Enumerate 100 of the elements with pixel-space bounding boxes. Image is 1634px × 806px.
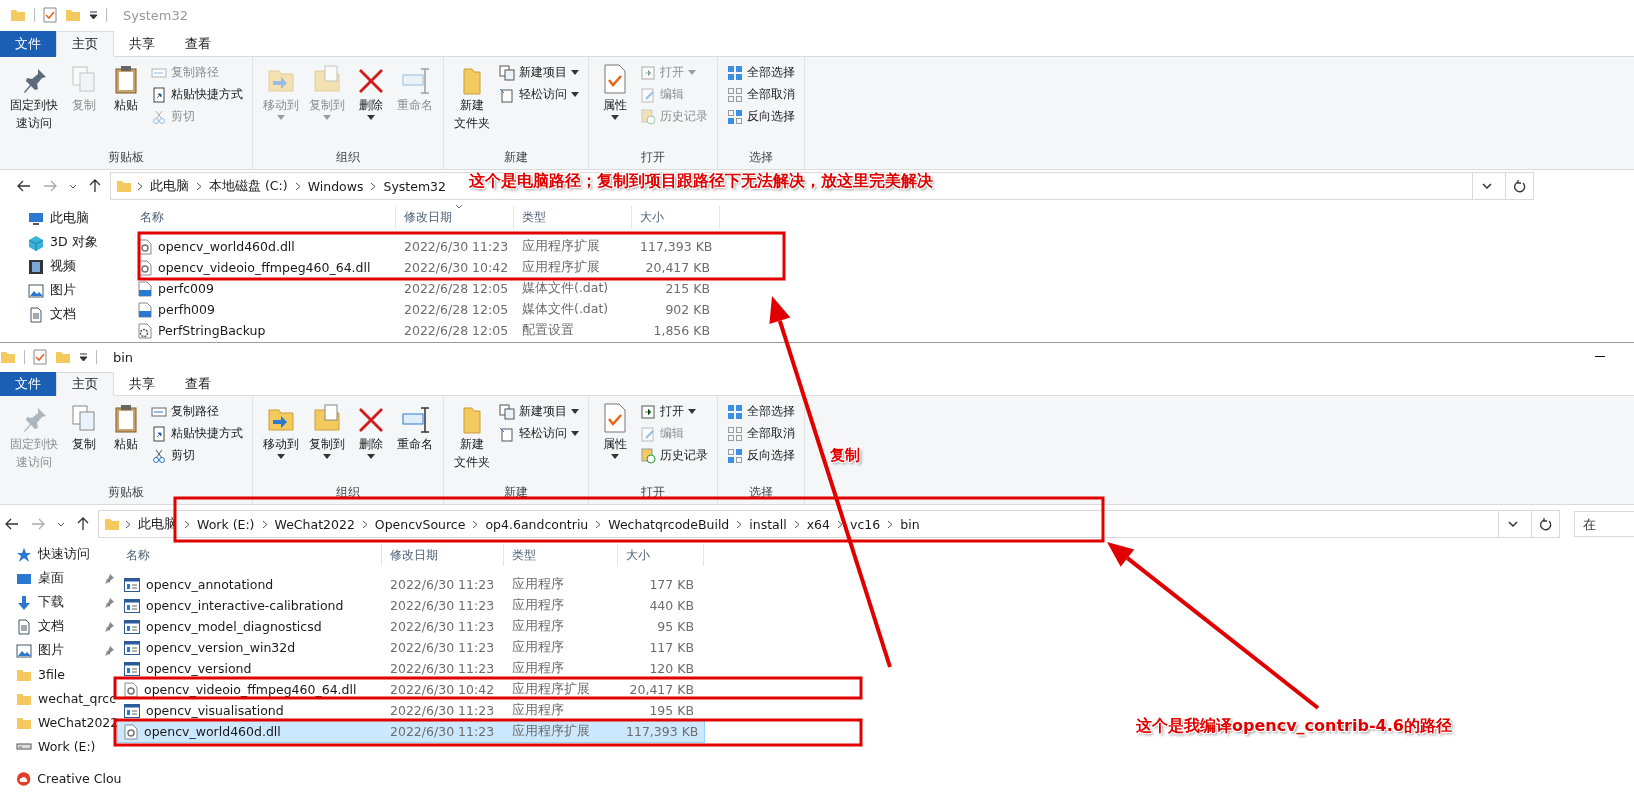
ribbon-button[interactable]: 新建项目 <box>496 63 582 82</box>
ribbon-button[interactable]: 删除 <box>351 400 391 462</box>
file-size: 1,856 KB <box>652 323 711 338</box>
breadcrumb[interactable]: x64 <box>804 516 833 532</box>
checked-document-icon[interactable] <box>43 7 57 23</box>
ribbon-button[interactable]: 打开 <box>637 402 711 421</box>
nav-item[interactable]: 文档 <box>28 304 132 325</box>
file-row[interactable]: opencv_version_win32d 2022/6/30 11:23 应用程序 117 KB <box>118 637 704 658</box>
nav-item[interactable]: 文档 <box>16 616 118 637</box>
ribbon-tab[interactable]: 文件 <box>0 31 56 57</box>
ribbon-button[interactable]: 全部选择 <box>724 402 798 421</box>
file-row[interactable]: opencv_world460d.dll 2022/6/30 11:23 应用程序扩展 117,393 KB <box>132 236 720 257</box>
column-header[interactable]: 名称 <box>118 544 382 566</box>
file-row[interactable]: opencv_videoio_ffmpeg460_64.dll 2022/6/30 10:42 应用程序扩展 20,417 KB <box>118 679 704 700</box>
nav-item[interactable]: 下载 <box>16 592 118 613</box>
sort-caret-icon <box>454 204 463 209</box>
column-header[interactable]: 类型 <box>514 206 632 228</box>
nav-item[interactable]: Work (E:) <box>16 736 118 757</box>
file-row[interactable]: opencv_visualisationd 2022/6/30 11:23 应用程序 195 KB <box>118 700 704 721</box>
nav-item[interactable]: 此电脑 <box>28 208 132 229</box>
column-header[interactable]: 修改日期 <box>396 206 514 228</box>
breadcrumb[interactable]: WeChat2022 <box>272 516 357 532</box>
file-row[interactable]: opencv_versiond 2022/6/30 11:23 应用程序 120 KB <box>118 658 704 679</box>
nav-item[interactable]: 视频 <box>28 256 132 277</box>
ribbon-button[interactable]: 删除 <box>351 61 391 123</box>
ribbon-tab[interactable]: 共享 <box>114 372 170 396</box>
file-row[interactable]: PerfStringBackup 2022/6/28 12:05 配置设置 1,856 KB <box>132 320 720 341</box>
breadcrumb[interactable]: WechatqrcodeBuild <box>606 516 732 532</box>
nav-item[interactable]: 3file <box>16 664 118 685</box>
nav-item[interactable]: 快速访问 <box>16 544 118 565</box>
ribbon-button[interactable]: 粘贴快捷方式 <box>148 85 246 104</box>
nav-label: 3file <box>38 667 65 682</box>
ribbon-button[interactable]: 反向选择 <box>724 107 798 126</box>
nav-item[interactable]: 桌面 <box>16 568 118 589</box>
ribbon-button[interactable]: 剪切 <box>148 446 246 465</box>
dropdown-icon[interactable] <box>89 10 98 20</box>
ribbon-button[interactable]: 复制 <box>64 400 104 455</box>
ribbon-button[interactable]: 粘贴 <box>106 400 146 455</box>
file-size: 117 KB <box>648 640 695 655</box>
ribbon-tab[interactable]: 查看 <box>170 31 226 57</box>
dropdown-icon[interactable] <box>79 352 88 362</box>
ribbon-tab[interactable]: 文件 <box>0 372 56 396</box>
ribbon-tab[interactable]: 主页 <box>56 372 114 396</box>
nav-item[interactable]: 图片 <box>16 640 118 661</box>
ribbon-tab[interactable]: 查看 <box>170 372 226 396</box>
ribbon-button[interactable]: 轻松访问 <box>496 85 582 104</box>
file-row[interactable]: opencv_videoio_ffmpeg460_64.dll 2022/6/30 10:42 应用程序扩展 20,417 KB <box>132 257 720 278</box>
ribbon-button[interactable]: 历史记录 <box>637 446 711 465</box>
breadcrumb[interactable]: vc16 <box>848 516 883 532</box>
ribbon-button[interactable]: 粘贴 <box>106 61 146 116</box>
ribbon-button[interactable]: 重命名 <box>393 400 437 455</box>
chevron-icon <box>261 519 268 529</box>
ribbon-button[interactable]: 新建项目 <box>496 402 582 421</box>
ribbon-button[interactable]: 粘贴快捷方式 <box>148 424 246 443</box>
ribbon-button[interactable]: 新建 文件夹 <box>450 61 494 134</box>
checked-document-icon[interactable] <box>33 349 47 365</box>
file-row[interactable]: perfh009 2022/6/28 12:05 媒体文件(.dat) 902 KB <box>132 299 720 320</box>
ribbon-button[interactable]: 全部取消 <box>724 424 798 443</box>
ribbon-button[interactable]: 移动到 <box>259 400 303 462</box>
ribbon-button[interactable]: 属性 <box>595 400 635 462</box>
breadcrumb[interactable]: 此电脑 <box>148 177 191 195</box>
ribbon-button[interactable]: 属性 <box>595 61 635 123</box>
breadcrumb[interactable]: op4.6andcontriu <box>483 516 591 532</box>
chevron-icon <box>793 519 800 529</box>
search-field[interactable]: 在 <box>1574 511 1634 537</box>
file-row[interactable]: perfc009 2022/6/28 12:05 媒体文件(.dat) 215 KB <box>132 278 720 299</box>
breadcrumb[interactable]: Windows <box>305 178 366 194</box>
ribbon-button[interactable]: 全部取消 <box>724 85 798 104</box>
ribbon-button[interactable]: 全部选择 <box>724 63 798 82</box>
breadcrumb[interactable]: install <box>747 516 789 532</box>
file-row[interactable]: opencv_annotationd 2022/6/30 11:23 应用程序 177 KB <box>118 574 704 595</box>
breadcrumb[interactable]: Work (E:) <box>195 516 257 532</box>
column-header[interactable]: 修改日期 <box>382 544 504 566</box>
ribbon-button[interactable]: 复制到 <box>305 400 349 462</box>
file-row[interactable]: opencv_world460d.dll 2022/6/30 11:23 应用程序扩展 117,393 KB <box>118 721 704 742</box>
application-icon <box>124 598 140 613</box>
ribbon-button[interactable]: 固定到快 速访问 <box>6 61 62 134</box>
column-header[interactable]: 类型 <box>504 544 618 566</box>
column-header[interactable]: 大小 <box>618 544 704 566</box>
column-header[interactable]: 大小 <box>632 206 720 228</box>
nav-item[interactable]: 3D 对象 <box>28 232 132 253</box>
file-size: 120 KB <box>648 661 695 676</box>
folder-icon <box>0 349 16 365</box>
ribbon-tab[interactable]: 主页 <box>56 31 114 57</box>
caret-icon <box>277 454 285 460</box>
ribbon-button[interactable]: 新建 文件夹 <box>450 400 494 473</box>
breadcrumb[interactable]: bin <box>898 516 922 532</box>
breadcrumb[interactable]: OpencvSource <box>372 516 468 532</box>
document-icon <box>16 618 32 635</box>
ribbon-button[interactable]: 轻松访问 <box>496 424 582 443</box>
ribbon-tab[interactable]: 共享 <box>114 31 170 57</box>
breadcrumb[interactable]: System32 <box>381 178 448 194</box>
breadcrumb[interactable]: 本地磁盘 (C:) <box>207 177 290 195</box>
file-row[interactable]: opencv_model_diagnosticsd 2022/6/30 11:23 应用程序 95 KB <box>118 616 704 637</box>
file-row[interactable]: opencv_interactive-calibrationd 2022/6/30 11:23 应用程序 440 KB <box>118 595 704 616</box>
nav-item[interactable]: 图片 <box>28 280 132 301</box>
ribbon-button[interactable]: 复制路径 <box>148 402 246 421</box>
nav-item[interactable]: wechat_qrcc <box>16 688 118 709</box>
column-header[interactable]: 名称 <box>132 206 396 228</box>
ribbon-button[interactable]: 反向选择 <box>724 446 798 465</box>
